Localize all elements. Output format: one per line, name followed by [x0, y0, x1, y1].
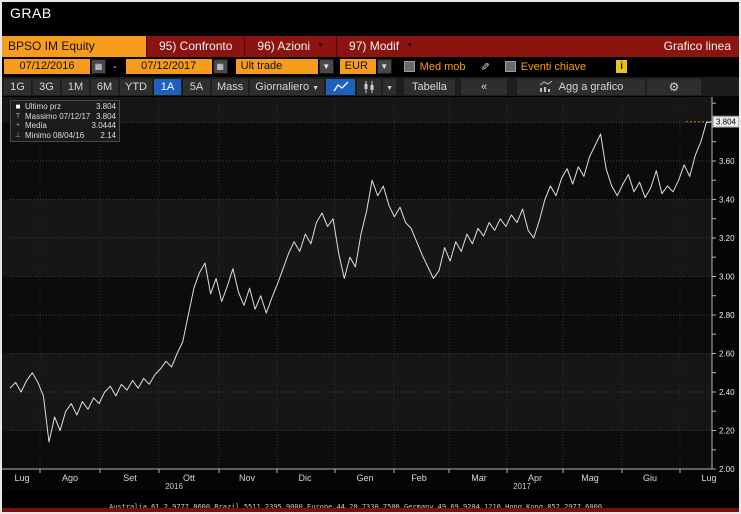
- price-line-chart: 2.00 2.20 2.40 2.60 2.80 3.00 3.20 3.40 3.60 Lug A…: [2, 97, 739, 490]
- legend-marker-icon: ⊥: [14, 131, 22, 139]
- bloomberg-terminal-window: GRAB BPSO IM Equity 95) Confronto 96) Azi…: [0, 0, 741, 514]
- title-bar: GRAB: [2, 2, 739, 36]
- chevron-down-icon[interactable]: ▼: [318, 59, 334, 74]
- date-range-separator: -: [113, 60, 117, 73]
- svg-text:3.00: 3.00: [719, 273, 735, 282]
- svg-text:3.40: 3.40: [719, 196, 735, 205]
- candlestick-chart-type-button[interactable]: [356, 78, 382, 95]
- candlestick-icon: [364, 80, 374, 93]
- svg-text:Set: Set: [123, 473, 137, 483]
- agg-a-grafico-button[interactable]: Agg a grafico: [517, 78, 645, 95]
- mini-chart-icon: [539, 81, 552, 92]
- period-button-1g[interactable]: 1G: [4, 78, 31, 95]
- menu-item-confronto[interactable]: 95) Confronto: [146, 36, 244, 57]
- menu-items: 95) Confronto 96) Azioni ▼ 97) Modif ▼: [146, 36, 425, 57]
- period-button-1a[interactable]: 1A: [154, 78, 181, 95]
- date-to-input[interactable]: 07/12/2017: [125, 59, 212, 74]
- med-mob-checkbox[interactable]: [403, 61, 415, 72]
- legend-item: T Massimo 07/12/17 3.804: [14, 112, 116, 122]
- svg-text:3.20: 3.20: [719, 234, 735, 243]
- eventi-chiave-label: Eventi chiave: [520, 60, 587, 73]
- chevron-down-icon: ▼: [312, 84, 320, 92]
- chart-style-dropdown-button[interactable]: ▼: [383, 78, 397, 95]
- chart-type-label: Grafico linea: [663, 39, 731, 53]
- svg-text:Dic: Dic: [299, 473, 312, 483]
- period-button-6m[interactable]: 6M: [91, 78, 118, 95]
- svg-text:2.60: 2.60: [719, 350, 735, 359]
- calendar-icon[interactable]: ▦: [91, 59, 106, 74]
- menu-bar: BPSO IM Equity 95) Confronto 96) Azioni ▼ 9…: [2, 36, 739, 57]
- chevron-down-icon[interactable]: ▼: [376, 59, 392, 74]
- info-icon[interactable]: i: [616, 60, 628, 73]
- menu-spacer: [425, 36, 656, 57]
- tabella-button[interactable]: Tabella: [404, 78, 455, 95]
- settings-button[interactable]: ⚙: [646, 78, 701, 95]
- last-price-badge: 3.804: [712, 115, 739, 128]
- legend-label: Massimo 07/12/17: [25, 111, 91, 121]
- legend-marker-icon: ■: [15, 102, 21, 111]
- svg-text:2.40: 2.40: [719, 388, 735, 397]
- frequency-select[interactable]: Giornaliero ▼: [250, 78, 325, 95]
- chart-legend[interactable]: ■ Ultimo prz 3.804 T Massimo 07/12/17 3.804 + M…: [10, 100, 120, 142]
- legend-label: Minimo 08/04/16: [25, 130, 85, 140]
- svg-text:3.804: 3.804: [716, 118, 737, 127]
- annotate-pencil-icon[interactable]: ✎: [478, 62, 491, 71]
- chevron-down-icon: ▼: [317, 42, 325, 49]
- controls-row: 07/12/2016 ▦ - 07/12/2017 ▦ Ult trade ▼ …: [2, 57, 739, 76]
- svg-text:2.20: 2.20: [719, 427, 735, 436]
- legend-value: 2.14: [100, 130, 116, 140]
- collapse-panel-button[interactable]: «: [460, 78, 508, 95]
- bottom-red-strip: [2, 508, 739, 512]
- legend-value: 3.804: [95, 102, 116, 111]
- legend-value: 3.0444: [91, 121, 116, 130]
- legend-label: Media: [25, 121, 47, 130]
- legend-item: ⊥ Minimo 08/04/16 2.14: [14, 131, 116, 141]
- svg-text:Giu: Giu: [643, 473, 657, 483]
- window-title: GRAB: [10, 5, 52, 21]
- legend-item: ■ Ultimo prz 3.804: [14, 102, 116, 112]
- agg-a-grafico-label: Agg a grafico: [558, 80, 624, 93]
- calendar-icon[interactable]: ▦: [212, 59, 228, 74]
- svg-text:Lug: Lug: [701, 473, 716, 483]
- svg-text:Lug: Lug: [14, 473, 29, 483]
- svg-text:2016: 2016: [165, 482, 183, 490]
- period-button-5a[interactable]: 5A: [183, 78, 210, 95]
- frequency-label: Giornaliero: [255, 80, 310, 93]
- med-mob-label: Med mob: [419, 60, 466, 73]
- currency-select[interactable]: EUR: [339, 59, 376, 74]
- chevron-down-icon: ▼: [406, 42, 413, 49]
- svg-text:Gen: Gen: [356, 473, 373, 483]
- menu-item-azioni[interactable]: 96) Azioni ▼: [244, 36, 336, 57]
- svg-text:Ott: Ott: [183, 473, 196, 483]
- legend-label: Ultimo prz: [25, 102, 62, 111]
- svg-text:Mar: Mar: [471, 473, 487, 483]
- legend-value: 3.804: [95, 111, 116, 121]
- svg-text:2017: 2017: [513, 482, 531, 490]
- period-button-3g[interactable]: 3G: [33, 78, 60, 95]
- date-from-input[interactable]: 07/12/2016: [4, 59, 90, 74]
- security-ticker-field[interactable]: BPSO IM Equity: [2, 36, 146, 57]
- mass-button[interactable]: Mass: [212, 78, 249, 95]
- eventi-chiave-checkbox[interactable]: [504, 61, 516, 72]
- svg-text:Feb: Feb: [411, 473, 427, 483]
- chart-region: 2.00 2.20 2.40 2.60 2.80 3.00 3.20 3.40 3.60 Lug A…: [2, 97, 739, 490]
- period-buttons: 1G 3G 1M 6M YTD 1A 5A: [4, 78, 210, 95]
- price-type-select[interactable]: Ult trade: [235, 59, 318, 74]
- legend-marker-icon: +: [15, 122, 21, 129]
- svg-text:Mag: Mag: [581, 473, 599, 483]
- svg-text:Nov: Nov: [239, 473, 256, 483]
- svg-text:2.00: 2.00: [719, 465, 735, 474]
- svg-text:Ago: Ago: [62, 473, 78, 483]
- legend-item: + Media 3.0444: [14, 121, 116, 131]
- svg-text:3.60: 3.60: [719, 157, 735, 166]
- menu-item-modif[interactable]: 97) Modif ▼: [336, 36, 425, 57]
- period-button-ytd[interactable]: YTD: [120, 78, 152, 95]
- line-chart-type-button[interactable]: [326, 78, 355, 95]
- chart-toolbar: 1G 3G 1M 6M YTD 1A 5A Mass Giornaliero ▼ ▼ Tab…: [2, 76, 739, 97]
- gear-icon: ⚙: [668, 79, 680, 94]
- line-chart-icon: [332, 81, 348, 91]
- period-button-1m[interactable]: 1M: [62, 78, 89, 95]
- svg-text:2.80: 2.80: [719, 311, 735, 320]
- legend-marker-icon: T: [15, 112, 21, 120]
